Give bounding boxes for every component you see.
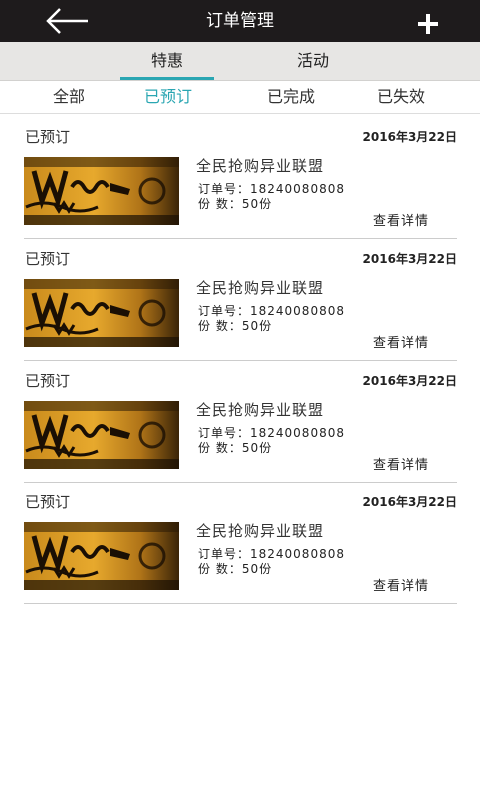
- order-date: 2016年3月22日: [362, 495, 457, 509]
- order-thumbnail[interactable]: [24, 522, 179, 590]
- order-item: 已预订 2016年3月22日 全民抢购异业联盟 订单号：18240080808 …: [24, 482, 457, 604]
- order-quantity: 份 数：50份: [198, 441, 273, 455]
- tab-activity[interactable]: 活动: [266, 42, 360, 80]
- tab-special-offer[interactable]: 特惠: [120, 42, 214, 80]
- restaurant-photo: [24, 157, 179, 225]
- restaurant-photo: [24, 522, 179, 590]
- order-date: 2016年3月22日: [362, 130, 457, 144]
- order-thumbnail[interactable]: [24, 157, 179, 225]
- order-item: 已预订 2016年3月22日 全民抢购异业联盟 订单号：18240080808 …: [24, 239, 457, 361]
- order-name[interactable]: 全民抢购异业联盟: [196, 399, 324, 420]
- order-quantity: 份 数：50份: [198, 197, 273, 211]
- order-date: 2016年3月22日: [362, 252, 457, 266]
- order-name[interactable]: 全民抢购异业联盟: [196, 155, 324, 176]
- view-details-link[interactable]: 查看详情: [373, 332, 429, 351]
- order-thumbnail[interactable]: [24, 401, 179, 469]
- filter-booked[interactable]: 已预订: [128, 81, 208, 113]
- app-header: 订单管理: [0, 0, 480, 42]
- segment-tab-bar: 特惠 活动: [0, 42, 480, 81]
- order-status: 已预订: [25, 372, 71, 390]
- page-title: 订单管理: [206, 11, 274, 31]
- order-thumbnail[interactable]: [24, 279, 179, 347]
- order-name[interactable]: 全民抢购异业联盟: [196, 277, 324, 298]
- restaurant-photo: [24, 401, 179, 469]
- order-quantity: 份 数：50份: [198, 562, 273, 576]
- order-date: 2016年3月22日: [362, 374, 457, 388]
- order-quantity: 份 数：50份: [198, 319, 273, 333]
- order-status: 已预订: [25, 128, 71, 146]
- status-filter-bar: 全部 已预订 已完成 已失效: [0, 81, 480, 114]
- filter-all[interactable]: 全部: [29, 81, 109, 113]
- order-name[interactable]: 全民抢购异业联盟: [196, 520, 324, 541]
- view-details-link[interactable]: 查看详情: [373, 210, 429, 229]
- order-item: 已预订 2016年3月22日 全民抢购异业联盟 订单号：18240080808 …: [24, 361, 457, 483]
- plus-icon: [418, 14, 438, 34]
- order-status: 已预订: [25, 493, 71, 511]
- filter-completed[interactable]: 已完成: [251, 81, 331, 113]
- restaurant-photo: [24, 279, 179, 347]
- view-details-link[interactable]: 查看详情: [373, 454, 429, 473]
- order-item: 已预订 2016年3月22日 全民抢购异业联盟 订单号：18240080808 …: [24, 117, 457, 239]
- add-button[interactable]: [412, 8, 444, 38]
- view-details-link[interactable]: 查看详情: [373, 575, 429, 594]
- active-tab-indicator: [120, 77, 214, 80]
- order-status: 已预订: [25, 250, 71, 268]
- filter-expired[interactable]: 已失效: [361, 81, 441, 113]
